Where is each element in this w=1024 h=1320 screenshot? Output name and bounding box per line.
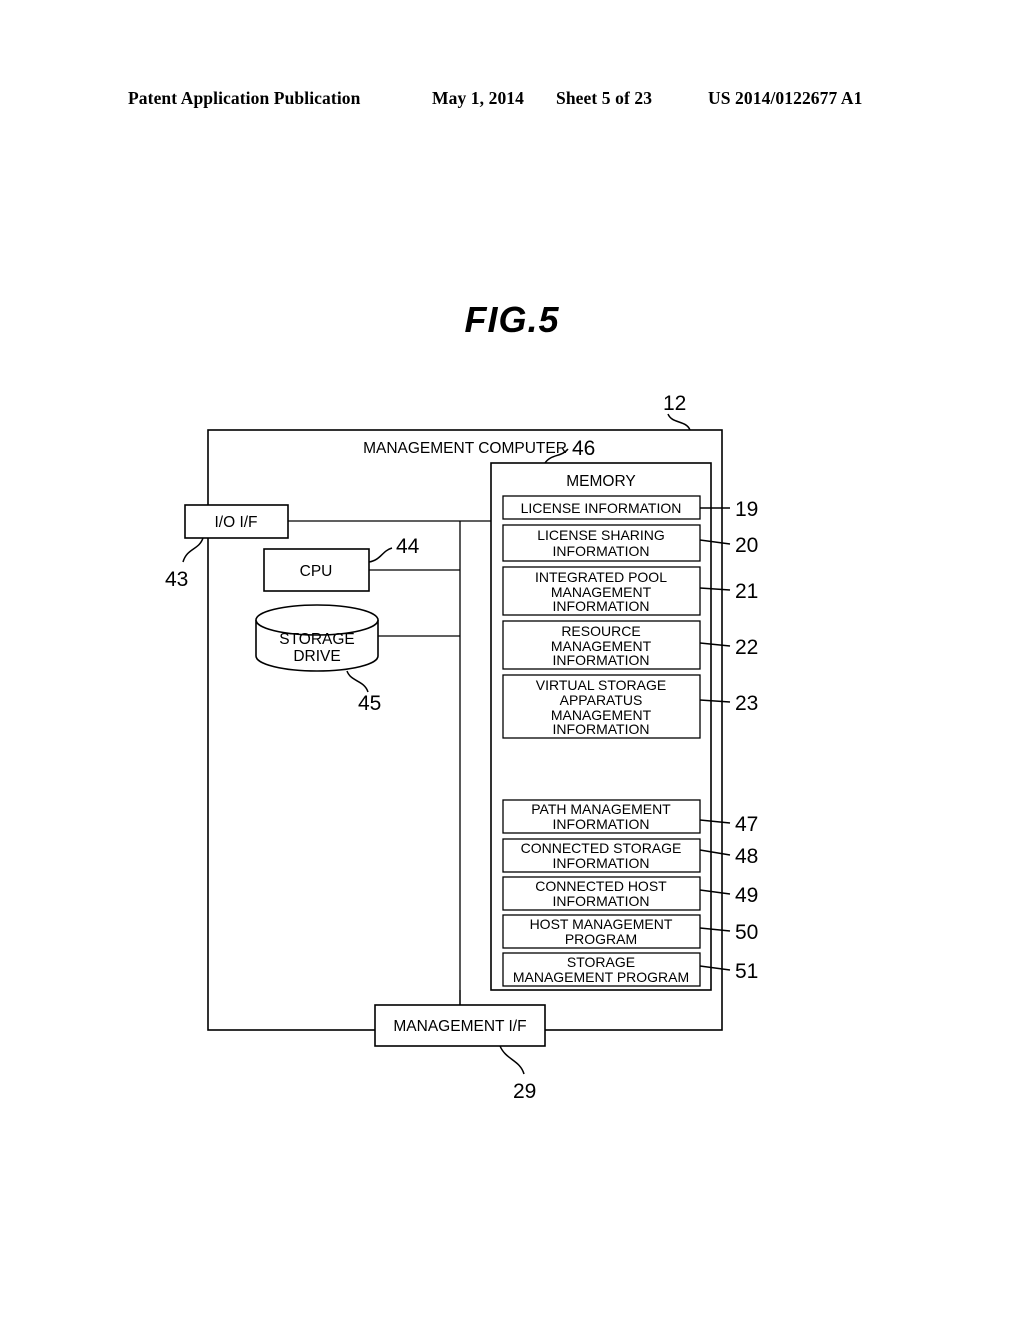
ref-29-number: 29 [513,1080,536,1103]
memory-item-line: INFORMATION [553,598,650,614]
memory-item-line: MANAGEMENT PROGRAM [513,969,689,985]
memory-item-line: INTEGRATED POOL [535,569,667,585]
ref-22-number: 22 [735,636,758,659]
ref-50-number: 50 [735,921,758,944]
ref-22-leader [699,642,731,647]
ref-51-leader [699,965,731,971]
ref-48-number: 48 [735,845,758,868]
memory-item-line: APPARATUS [560,692,643,708]
memory-item-line: RESOURCE [561,623,640,639]
ref-45-number: 45 [358,692,381,715]
ref-45-leader [346,670,369,693]
memory-item-line: INFORMATION [553,816,650,832]
memory-item-line: HOST MANAGEMENT [530,916,673,932]
ref-29-leader [499,1045,525,1075]
ref-19-number: 19 [735,498,758,521]
memory-item-line: LICENSE SHARING [537,527,665,543]
ref-49-number: 49 [735,884,758,907]
memory-item-line: INFORMATION [553,543,650,559]
memory-item-line: PATH MANAGEMENT [531,801,671,817]
management-interface-label: MANAGEMENT I/F [393,1018,526,1035]
memory-item-line: CONNECTED HOST [535,878,667,894]
storage-drive-label-line2: DRIVE [293,648,340,665]
memory-item-line: INFORMATION [553,893,650,909]
memory-item-line: STORAGE [567,954,635,970]
ref-43-leader [182,537,204,563]
ref-21-leader [699,587,731,591]
ref-43-number: 43 [165,568,188,591]
ref-23-leader [699,699,731,703]
memory-item-line: PROGRAM [565,931,637,947]
memory-item-line: INFORMATION [553,652,650,668]
ref-20-leader [699,539,731,545]
ref-47-number: 47 [735,813,758,836]
ref-47-leader [699,819,731,824]
ref-48-leader [699,849,731,856]
memory-item-line: INFORMATION [553,721,650,737]
patent-page: Patent Application Publication May 1, 20… [0,0,1024,1320]
ref-12-number: 12 [663,392,686,415]
ref-50-leader [699,927,731,932]
ref-46-number: 46 [572,437,595,460]
storage-drive-label-line1: STORAGE [279,631,355,648]
memory-item-line: VIRTUAL STORAGE [536,677,666,693]
memory-item-line: INFORMATION [553,855,650,871]
cpu-label: CPU [300,563,333,580]
figure-5-block-diagram: MANAGEMENT COMPUTER 12 I/O I/F 43 CPU 44 [165,392,758,1103]
ref-23-number: 23 [735,692,758,715]
memory-item-line: LICENSE INFORMATION [521,500,682,516]
ref-51-number: 51 [735,960,758,983]
management-computer-label: MANAGEMENT COMPUTER [363,440,567,457]
ref-49-leader [699,889,731,895]
ref-44-leader [368,547,393,563]
memory-label: MEMORY [566,473,635,490]
ref-21-number: 21 [735,580,758,603]
ref-12-leader [667,413,691,431]
ref-20-number: 20 [735,534,758,557]
ref-44-number: 44 [396,535,420,558]
memory-item-line: CONNECTED STORAGE [521,840,682,856]
io-interface-label: I/O I/F [214,514,257,531]
